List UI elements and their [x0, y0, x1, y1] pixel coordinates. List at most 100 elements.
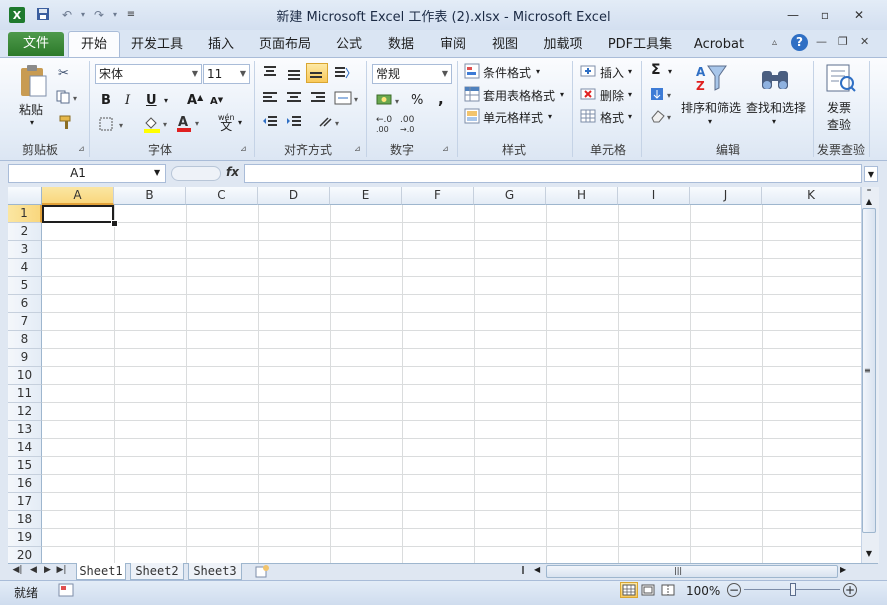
- horizontal-scroll-thumb[interactable]: [546, 565, 838, 578]
- expand-formula-bar-icon[interactable]: ▼: [864, 166, 878, 182]
- active-cell[interactable]: [42, 205, 114, 223]
- tab-acrobat[interactable]: Acrobat: [692, 36, 746, 56]
- percent-button[interactable]: %: [411, 93, 423, 108]
- format-painter-icon[interactable]: [58, 114, 74, 133]
- sheet-tab-3[interactable]: Sheet3: [188, 563, 242, 580]
- autosum-button[interactable]: Σ: [651, 62, 661, 78]
- phonetic-icon[interactable]: wén 文: [218, 113, 235, 132]
- row-header[interactable]: 8: [8, 331, 42, 349]
- column-header[interactable]: G: [474, 187, 546, 205]
- decrease-indent-icon[interactable]: [262, 115, 278, 132]
- tab-view[interactable]: 视图: [488, 36, 522, 56]
- align-center-icon[interactable]: [286, 91, 302, 108]
- scroll-down-icon[interactable]: ▼: [862, 548, 876, 559]
- scroll-up-icon[interactable]: ▲: [862, 196, 876, 207]
- row-header[interactable]: 18: [8, 511, 42, 529]
- format-table-icon[interactable]: [464, 86, 480, 105]
- chevron-down-icon[interactable]: ▾: [536, 67, 540, 76]
- doc-minimize-icon[interactable]: —: [816, 35, 827, 48]
- fill-handle[interactable]: [111, 220, 118, 227]
- doc-restore-icon[interactable]: ❐: [838, 35, 848, 48]
- delete-cells-icon[interactable]: [580, 86, 596, 105]
- underline-dropdown-icon[interactable]: ▾: [164, 96, 168, 105]
- chevron-down-icon[interactable]: ▾: [628, 112, 632, 121]
- normal-view-icon[interactable]: [620, 582, 638, 598]
- name-box-dropdown-icon[interactable]: ▼: [154, 168, 160, 177]
- paste-dropdown-icon[interactable]: ▾: [30, 118, 34, 127]
- underline-button[interactable]: U: [146, 93, 157, 108]
- formula-input[interactable]: [244, 164, 862, 183]
- paste-button[interactable]: 粘贴: [19, 101, 43, 118]
- sheet-tab-2[interactable]: Sheet2: [130, 563, 184, 580]
- bold-button[interactable]: B: [101, 93, 111, 108]
- tab-developer[interactable]: 开发工具: [128, 36, 186, 56]
- wrap-text-icon[interactable]: ▾: [318, 114, 344, 133]
- zoom-in-icon[interactable]: +: [843, 583, 857, 597]
- next-sheet-icon[interactable]: ▶: [42, 565, 53, 575]
- tab-pdf-tools[interactable]: PDF工具集: [604, 36, 676, 56]
- first-sheet-icon[interactable]: ◀|: [12, 565, 23, 575]
- comma-button[interactable]: ,: [438, 90, 444, 108]
- insert-function-button[interactable]: fx: [226, 165, 239, 179]
- align-middle-icon[interactable]: [286, 67, 302, 84]
- tab-insert[interactable]: 插入: [204, 36, 238, 56]
- zoom-level[interactable]: 100%: [686, 584, 720, 598]
- insert-sheet-icon[interactable]: [254, 564, 270, 581]
- last-sheet-icon[interactable]: ▶|: [56, 565, 67, 575]
- scroll-left-icon[interactable]: ◀: [534, 565, 540, 574]
- copy-icon[interactable]: ▾: [56, 90, 78, 107]
- column-header[interactable]: F: [402, 187, 474, 205]
- sheet-tab-1[interactable]: Sheet1: [76, 563, 126, 580]
- row-header[interactable]: 9: [8, 349, 42, 367]
- prev-sheet-icon[interactable]: ◀: [28, 565, 39, 575]
- font-color-icon[interactable]: A ▾: [176, 114, 204, 135]
- row-header[interactable]: 13: [8, 421, 42, 439]
- chevron-down-icon[interactable]: ▾: [628, 90, 632, 99]
- column-header[interactable]: I: [618, 187, 690, 205]
- cell-styles-button[interactable]: 单元格样式: [483, 109, 543, 126]
- align-right-icon[interactable]: [310, 91, 326, 108]
- tab-home[interactable]: 开始: [68, 31, 120, 59]
- chevron-down-icon[interactable]: ▾: [548, 112, 552, 121]
- row-header[interactable]: 5: [8, 277, 42, 295]
- insert-cells-icon[interactable]: [580, 63, 596, 82]
- tab-page-layout[interactable]: 页面布局: [256, 36, 314, 56]
- phonetic-dropdown-icon[interactable]: ▾: [238, 118, 242, 127]
- column-header[interactable]: B: [114, 187, 186, 205]
- page-layout-view-icon[interactable]: [640, 583, 656, 600]
- align-left-icon[interactable]: [262, 91, 278, 108]
- format-cells-icon[interactable]: [580, 108, 596, 127]
- merge-center-icon[interactable]: ▾: [334, 90, 362, 109]
- tab-addins[interactable]: 加载项: [540, 36, 586, 56]
- sort-filter-button[interactable]: 排序和筛选: [681, 99, 741, 116]
- restore-icon[interactable]: ▫: [812, 6, 838, 24]
- row-header[interactable]: 17: [8, 493, 42, 511]
- find-select-icon[interactable]: [759, 63, 791, 96]
- tab-file[interactable]: 文件: [8, 32, 64, 56]
- clipboard-launcher-icon[interactable]: ⊿: [78, 144, 87, 153]
- orientation-icon[interactable]: [334, 65, 350, 84]
- column-header[interactable]: J: [690, 187, 762, 205]
- conditional-format-button[interactable]: 条件格式: [483, 64, 531, 81]
- increase-indent-icon[interactable]: [286, 115, 302, 132]
- chevron-down-icon[interactable]: ▾: [628, 67, 632, 76]
- column-header[interactable]: H: [546, 187, 618, 205]
- column-header[interactable]: C: [186, 187, 258, 205]
- minimize-icon[interactable]: —: [780, 6, 806, 24]
- sort-filter-icon[interactable]: AZ: [694, 62, 728, 97]
- format-table-button[interactable]: 套用表格格式: [483, 87, 555, 104]
- clear-icon[interactable]: ▾: [650, 108, 676, 127]
- number-launcher-icon[interactable]: ⊿: [442, 144, 451, 153]
- insert-cells-button[interactable]: 插入: [600, 64, 624, 81]
- number-format-combo[interactable]: 常规 ▼: [372, 64, 452, 84]
- doc-close-icon[interactable]: ✕: [860, 35, 869, 48]
- chevron-down-icon[interactable]: ▾: [668, 67, 672, 76]
- formula-bar-splitter[interactable]: [171, 166, 221, 181]
- help-icon[interactable]: ?: [791, 34, 808, 51]
- chevron-down-icon[interactable]: ▾: [560, 90, 564, 99]
- row-header[interactable]: 10: [8, 367, 42, 385]
- format-cells-button[interactable]: 格式: [600, 109, 624, 126]
- column-header[interactable]: D: [258, 187, 330, 205]
- invoice-check-line2[interactable]: 查验: [827, 116, 851, 133]
- row-header[interactable]: 12: [8, 403, 42, 421]
